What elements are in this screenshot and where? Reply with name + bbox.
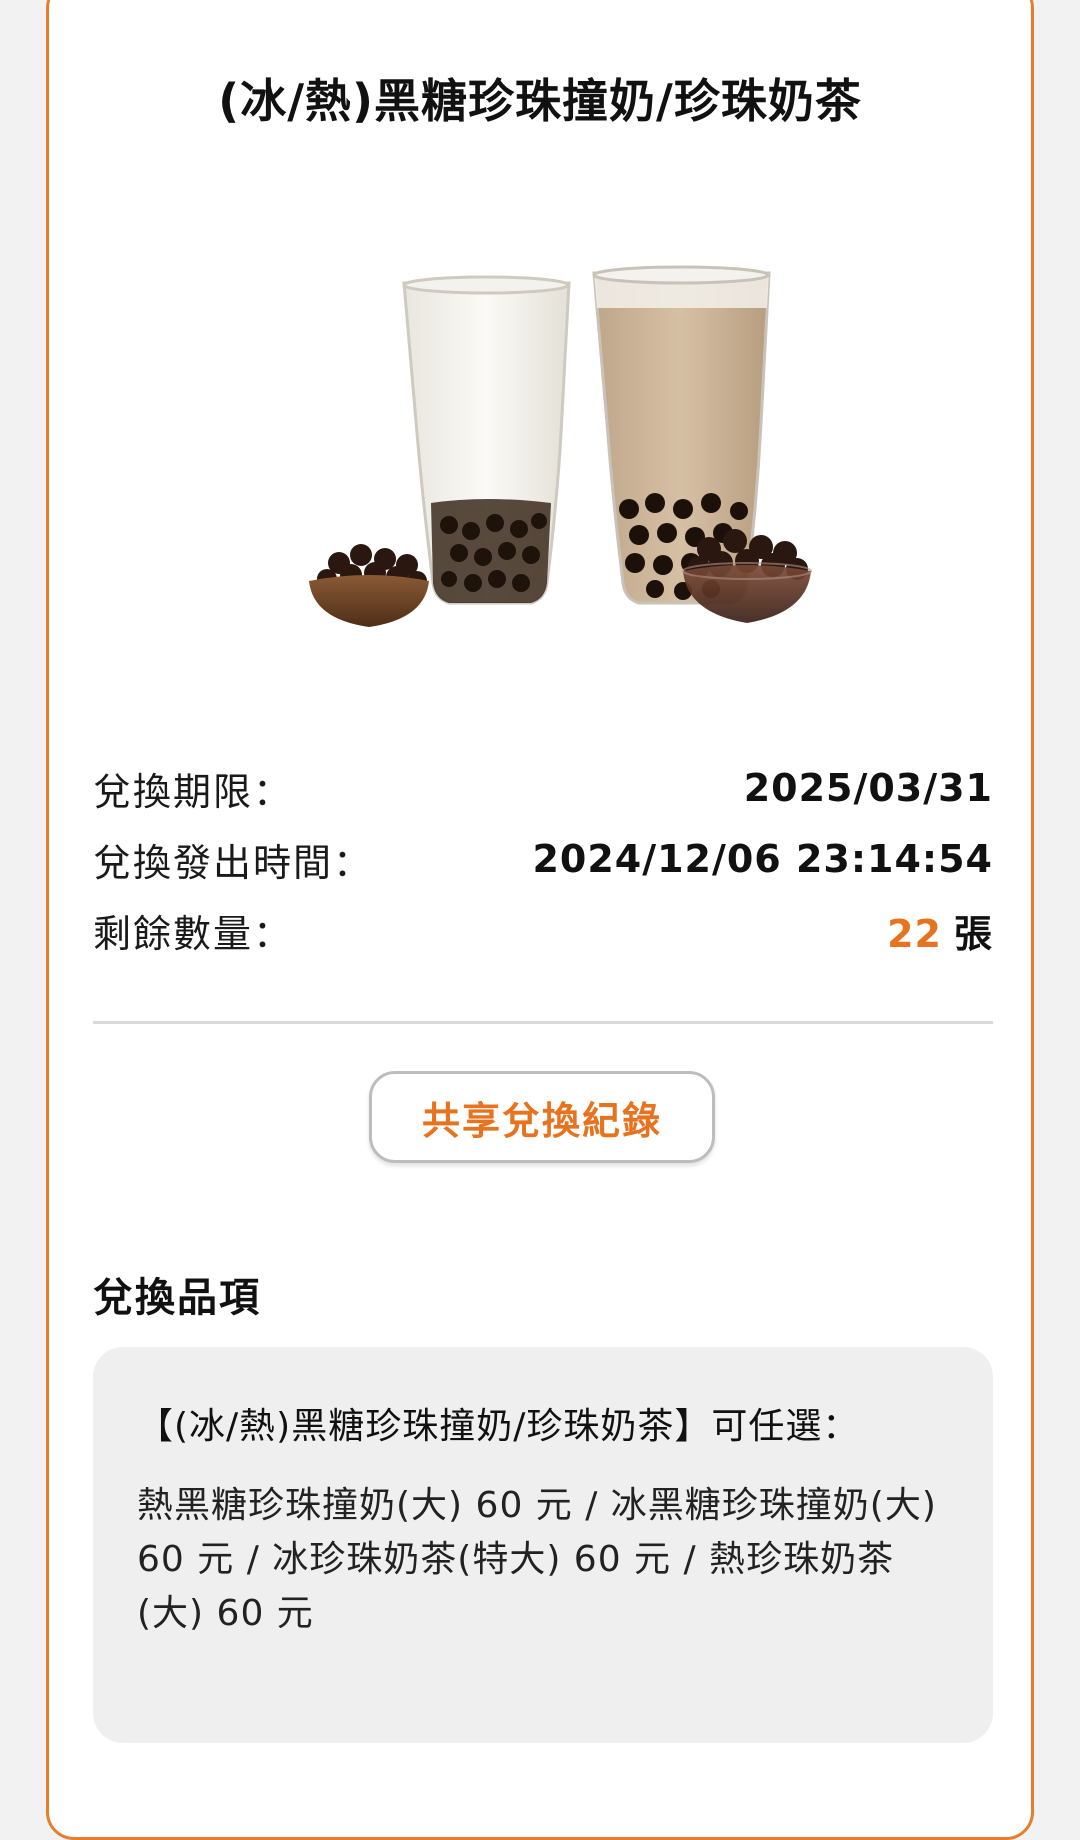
items-heading: 【(冰/熱)黑糖珍珠撞奶/珍珠奶茶】可任選：: [137, 1406, 860, 1447]
redeemable-items-title: 兌換品項: [93, 1275, 261, 1321]
expiry-row: 兌換期限： 2025/03/31: [93, 758, 993, 818]
remaining-row: 剩餘數量： 22 張: [93, 900, 993, 960]
voucher-card: (冰/熱)黑糖珍珠撞奶/珍珠奶茶 兌換期限： 2025/03/31 兌換發出時間…: [46, 0, 1034, 1840]
redeemable-items-box: 【(冰/熱)黑糖珍珠撞奶/珍珠奶茶】可任選： 熱黑糖珍珠撞奶(大) 60 元 /…: [93, 1347, 993, 1743]
share-redemption-record-button[interactable]: 共享兌換紀錄: [369, 1071, 715, 1163]
issued-row: 兌換發出時間： 2024/12/06 23:14:54: [93, 829, 993, 889]
expiry-label: 兌換期限：: [93, 769, 294, 814]
product-title: (冰/熱)黑糖珍珠撞奶/珍珠奶茶: [218, 74, 862, 128]
remaining-count: 22: [887, 911, 942, 956]
bubble-tea-drinks-illustration: [309, 265, 812, 627]
expiry-value: 2025/03/31: [743, 766, 993, 810]
issued-value: 2024/12/06 23:14:54: [532, 837, 993, 881]
items-detail: 熱黑糖珍珠撞奶(大) 60 元 / 冰黑糖珍珠撞奶(大) 60 元 / 冰珍珠奶…: [137, 1485, 937, 1634]
remaining-label: 剩餘數量：: [93, 911, 294, 956]
remaining-value: 22 張: [887, 903, 993, 958]
remaining-unit: 張: [953, 911, 993, 956]
product-image: [299, 263, 859, 653]
issued-label: 兌換發出時間：: [93, 840, 374, 885]
divider: [93, 1021, 993, 1024]
